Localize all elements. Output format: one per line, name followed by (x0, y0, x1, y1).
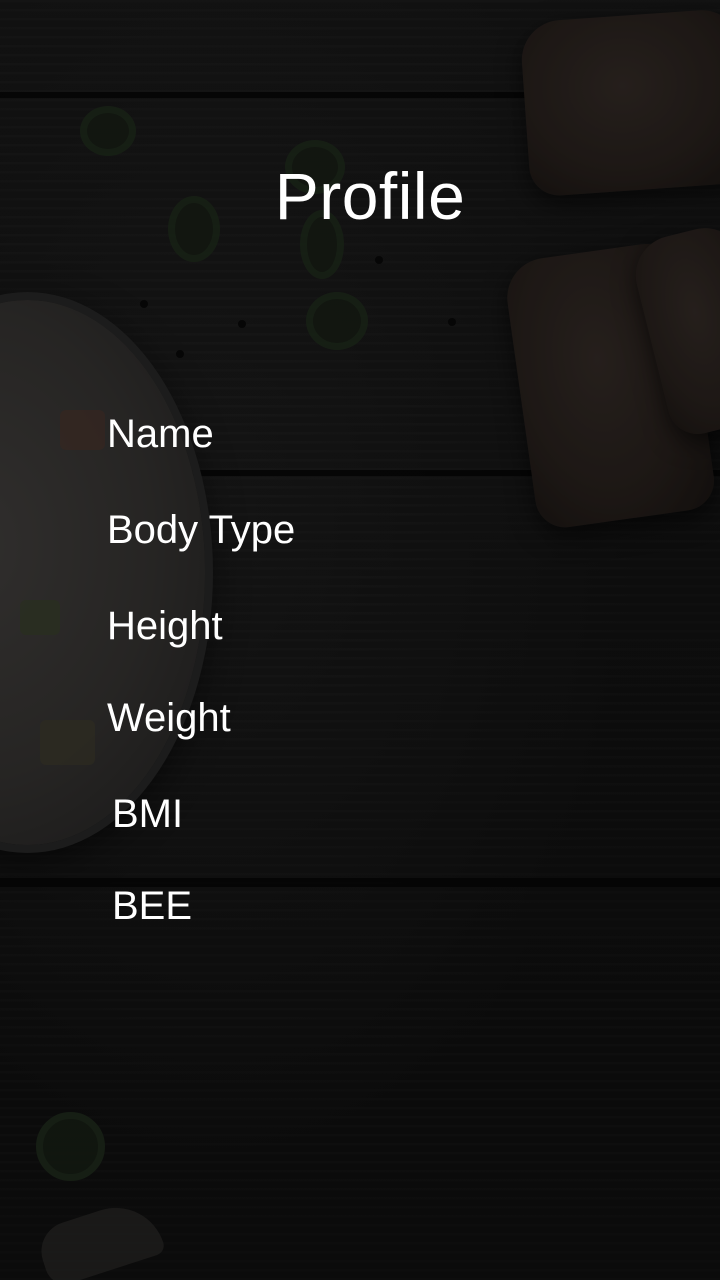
height-label: Height (107, 604, 223, 648)
name-label: Name (107, 412, 214, 456)
profile-screen: Profile Name Body Type Height Weight BMI… (0, 0, 720, 1280)
body-type-label: Body Type (107, 508, 296, 552)
page-title: Profile (274, 159, 466, 233)
weight-label: Weight (107, 696, 231, 740)
bmi-label: BMI (112, 792, 184, 836)
bee-label: BEE (112, 884, 193, 928)
